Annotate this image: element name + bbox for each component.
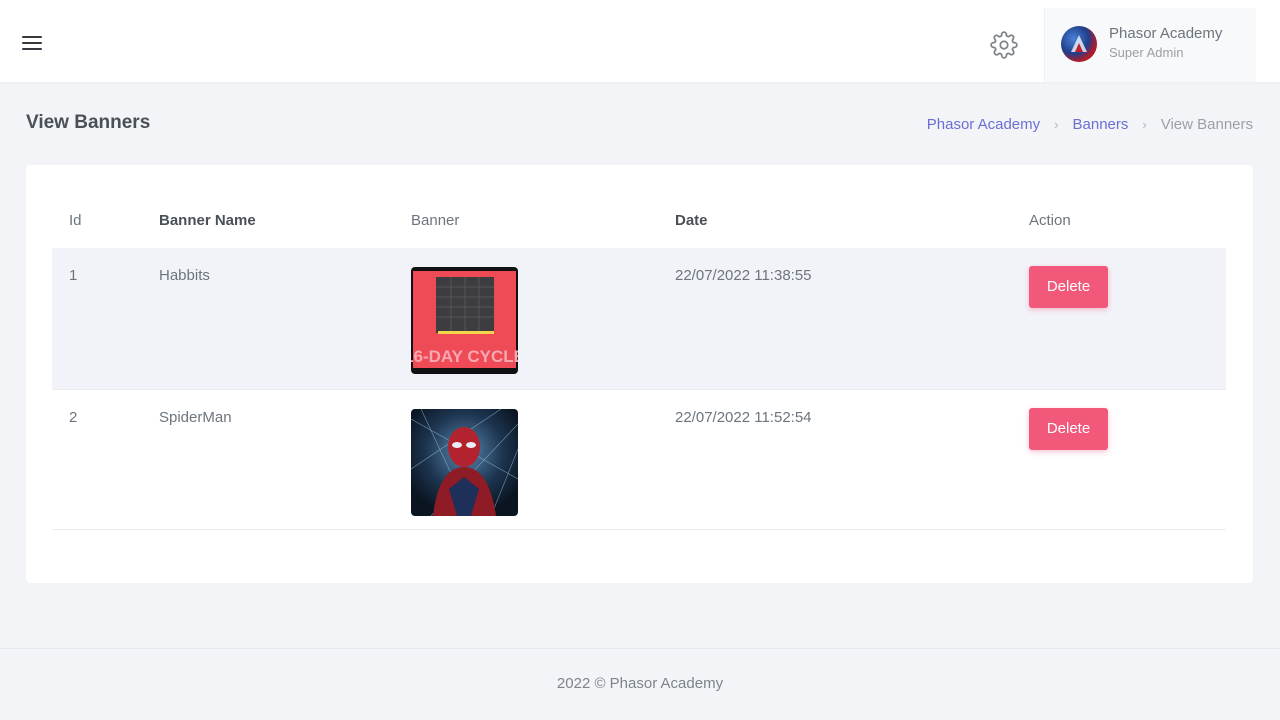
top-navbar: Phasor Academy Super Admin: [0, 0, 1280, 82]
breadcrumb-item-banners[interactable]: Banners: [1073, 116, 1129, 133]
breadcrumb-item-home[interactable]: Phasor Academy: [927, 116, 1040, 133]
footer: 2022 © Phasor Academy: [0, 648, 1280, 720]
user-profile-dropdown[interactable]: Phasor Academy Super Admin: [1044, 8, 1256, 82]
banners-table: Id Banner Name Banner Date Action 1 Habb…: [52, 193, 1226, 530]
cell-id: 2: [69, 408, 78, 426]
profile-role: Super Admin: [1109, 45, 1184, 60]
delete-button[interactable]: Delete: [1029, 266, 1108, 308]
column-header-banner: Banner: [411, 212, 460, 229]
cell-action: Delete: [1012, 389, 1226, 529]
column-header-banner-name: Banner Name: [159, 212, 256, 229]
table-row: 1 Habbits 6-DAY CYCL 22/07/2022 11:38:55…: [52, 248, 1226, 389]
hamburger-icon[interactable]: [22, 36, 42, 52]
chevron-right-icon: ›: [1054, 117, 1059, 132]
cell-banner: [394, 389, 658, 529]
page-title: View Banners: [26, 112, 151, 133]
cell-id: 1: [69, 267, 78, 284]
delete-button[interactable]: Delete: [1029, 407, 1108, 450]
column-header-action: Action: [1029, 212, 1071, 229]
profile-name: Phasor Academy: [1109, 25, 1223, 42]
breadcrumb: Phasor Academy › Banners › View Banners: [927, 116, 1253, 133]
cell-banner-name: SpiderMan: [159, 408, 232, 426]
column-header-id: Id: [69, 212, 82, 229]
banner-image: 16-DAY CYCLE: [411, 267, 518, 374]
avatar: [1061, 26, 1097, 62]
cell-date: 22/07/2022 11:38:55: [675, 267, 812, 284]
cell-date: 22/07/2022 11:52:54: [675, 408, 812, 426]
cell-banner: 16-DAY CYCLE: [394, 248, 658, 389]
footer-text: 2022 © Phasor Academy: [556, 675, 724, 692]
breadcrumb-item-current: View Banners: [1160, 116, 1253, 133]
banners-card: Id Banner Name Banner Date Action 1 Habb…: [26, 165, 1253, 583]
column-header-date: Date: [675, 212, 708, 229]
cell-action: Delete: [1012, 248, 1226, 389]
chevron-right-icon: ›: [1142, 117, 1147, 132]
table-header-row: Id Banner Name Banner Date Action: [52, 193, 1226, 248]
banner-image: [411, 408, 518, 516]
cell-banner-name: Habbits: [159, 267, 210, 284]
banner-image-text: 16-DAY CYCLE: [411, 347, 518, 366]
table-row: 2 SpiderMan 22/07/2022 11:52:54 Delete: [52, 389, 1226, 529]
gear-icon[interactable]: [990, 31, 1018, 59]
